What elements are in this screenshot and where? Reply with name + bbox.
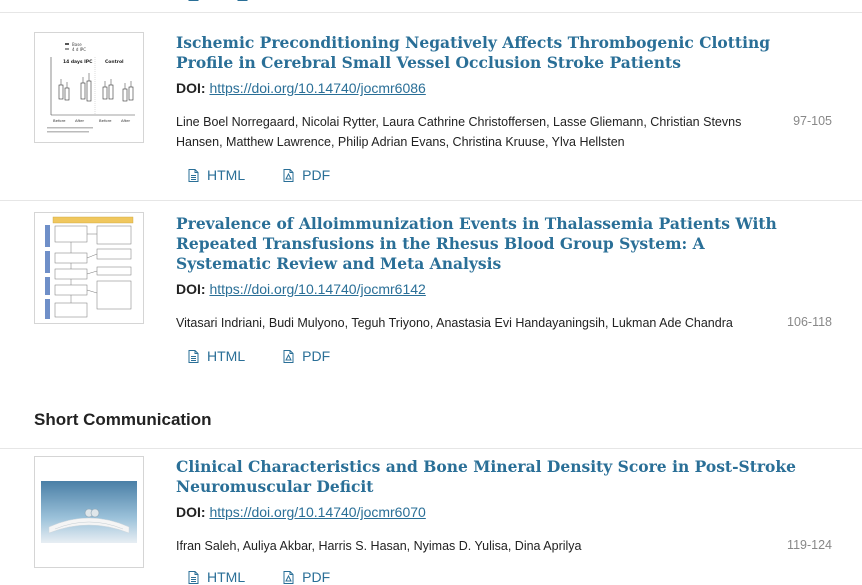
document-icon (188, 570, 199, 584)
pdf-link[interactable]: PDF (283, 167, 330, 183)
pdf-icon (237, 0, 248, 1)
article-links: HTML PDF (188, 348, 330, 364)
divider (0, 200, 862, 201)
pdf-label: PDF (302, 167, 331, 183)
document-icon (188, 349, 199, 363)
doi-link[interactable]: https://doi.org/10.14740/jocmr6086 (209, 80, 425, 96)
document-icon (188, 168, 199, 182)
article-doi: DOI: https://doi.org/10.14740/jocmr6086 (176, 80, 426, 96)
divider (0, 448, 862, 449)
html-label: HTML (207, 348, 246, 364)
section-title: Short Communication (34, 410, 212, 429)
svg-text:4 d IPC: 4 d IPC (72, 47, 86, 52)
document-icon (188, 0, 199, 1)
article-title[interactable]: Prevalence of Alloimmunization Events in… (176, 214, 796, 274)
svg-text:Before: Before (53, 118, 66, 123)
flowchart-figure (45, 216, 134, 319)
html-link[interactable] (188, 0, 199, 1)
article-authors: Line Boel Norregaard, Nicolai Rytter, La… (176, 115, 742, 149)
article-links: HTML PDF (188, 167, 330, 183)
article-title[interactable]: Clinical Characteristics and Bone Minera… (176, 457, 796, 497)
article-pages: 106-118 (787, 315, 832, 329)
article-title[interactable]: Ischemic Preconditioning Negatively Affe… (176, 33, 796, 73)
doi-label: DOI: (176, 80, 206, 96)
article-doi: DOI: https://doi.org/10.14740/jocmr6070 (176, 504, 426, 520)
article-doi: DOI: https://doi.org/10.14740/jocmr6142 (176, 281, 426, 297)
svg-text:Before: Before (99, 118, 112, 123)
pdf-icon (283, 168, 294, 182)
pdf-link[interactable] (237, 0, 248, 1)
article-authors: Vitasari Indriani, Budi Mulyono, Teguh T… (176, 316, 733, 330)
doi-label: DOI: (176, 504, 206, 520)
boxplot-figure: Base 4 d IPC 14 days IPC Control Before … (47, 42, 135, 133)
article-0-links-partial (188, 0, 248, 1)
book-photo (41, 481, 137, 543)
divider (0, 12, 862, 13)
pdf-link[interactable]: PDF (283, 348, 330, 364)
svg-text:14 days IPC: 14 days IPC (63, 59, 93, 65)
pdf-icon (283, 570, 294, 584)
pdf-label: PDF (302, 348, 331, 364)
doi-label: DOI: (176, 281, 206, 297)
article-thumbnail-flowchart[interactable] (34, 212, 144, 324)
article-thumbnail-boxplot[interactable]: Base 4 d IPC 14 days IPC Control Before … (34, 32, 144, 143)
html-label: HTML (207, 167, 246, 183)
html-link[interactable]: HTML (188, 348, 245, 364)
svg-text:After: After (75, 118, 85, 123)
article-pages: 119-124 (787, 538, 832, 552)
article-authors: Ifran Saleh, Auliya Akbar, Harris S. Has… (176, 539, 582, 553)
html-link[interactable]: HTML (188, 167, 245, 183)
svg-text:Control: Control (105, 59, 124, 65)
svg-text:After: After (121, 118, 131, 123)
article-thumbnail-photo[interactable] (34, 456, 144, 568)
article-pages: 97-105 (793, 114, 832, 128)
doi-link[interactable]: https://doi.org/10.14740/jocmr6070 (209, 504, 425, 520)
doi-link[interactable]: https://doi.org/10.14740/jocmr6142 (209, 281, 425, 297)
pdf-icon (283, 349, 294, 363)
